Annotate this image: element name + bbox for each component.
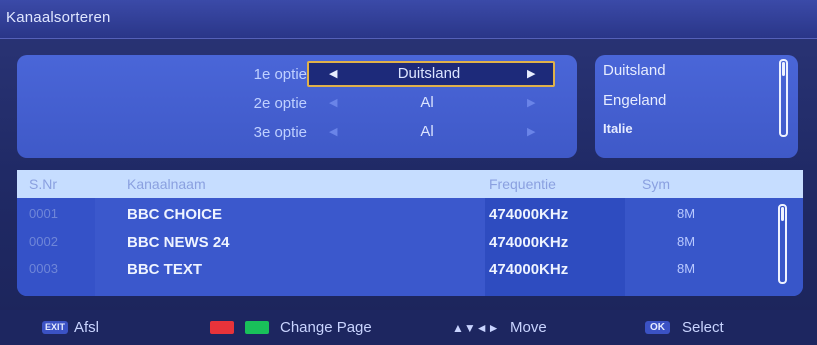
channel-name: BBC CHOICE	[127, 206, 223, 223]
channel-number: 0002	[29, 234, 58, 249]
column-header-name: Kanaalnaam	[127, 176, 206, 192]
channel-sym: 8M	[677, 234, 696, 249]
option-value: Duitsland	[397, 65, 461, 82]
sort-options-panel: 1e optie ◀ Duitsland ▶ 2e optie ◀ Al ▶ 3…	[17, 55, 577, 158]
channel-sym: 8M	[677, 206, 696, 221]
title-bar: Kanaalsorteren	[0, 0, 817, 39]
channel-number: 0001	[29, 206, 58, 221]
exit-key-icon: EXIT	[42, 321, 69, 334]
channel-frequency: 474000KHz	[489, 234, 569, 251]
column-header-frequency: Frequentie	[489, 176, 556, 192]
country-list-item[interactable]: Duitsland	[603, 62, 666, 79]
option-label: 3e optie	[253, 124, 307, 141]
option-label: 1e optie	[253, 66, 307, 83]
table-row[interactable]: 0001 BBC CHOICE 474000KHz 8M	[17, 203, 803, 229]
table-row[interactable]: 0002 BBC NEWS 24 474000KHz 8M	[17, 231, 803, 257]
footer-hints: EXIT Afsl Change Page ▲▼◄► Move OK Selec…	[0, 310, 817, 345]
arrow-left-icon[interactable]: ◀	[329, 67, 337, 80]
scrollbar-thumb[interactable]	[782, 62, 785, 76]
table-scrollbar[interactable]	[778, 204, 787, 284]
option-selector-2[interactable]: ◀ Al ▶	[307, 92, 551, 114]
arrow-left-icon[interactable]: ◀	[329, 96, 337, 109]
arrow-right-icon[interactable]: ▶	[527, 96, 535, 109]
column-header-nr: S.Nr	[29, 176, 57, 192]
arrow-left-icon[interactable]: ◀	[329, 125, 337, 138]
screen: Kanaalsorteren 1e optie ◀ Duitsland ▶ 2e…	[0, 0, 817, 345]
channel-table: S.Nr Kanaalnaam Frequentie Sym 0001 BBC …	[17, 170, 803, 296]
red-key-icon	[210, 321, 234, 334]
arrow-right-icon[interactable]: ▶	[527, 125, 535, 138]
channel-name: BBC NEWS 24	[127, 234, 230, 251]
option-row-3[interactable]: 3e optie ◀ Al ▶	[17, 121, 577, 145]
country-list-item[interactable]: Italie	[603, 121, 633, 136]
ok-key-icon: OK	[645, 321, 670, 334]
option-row-2[interactable]: 2e optie ◀ Al ▶	[17, 92, 577, 116]
option-value: Al	[420, 123, 434, 140]
option-label: 2e optie	[253, 95, 307, 112]
exit-label: Afsl	[74, 319, 100, 336]
channel-frequency: 474000KHz	[489, 261, 569, 278]
green-key-icon	[245, 321, 269, 334]
country-list-item[interactable]: Engeland	[603, 92, 666, 109]
channel-number: 0003	[29, 261, 58, 276]
select-label: Select	[682, 319, 724, 336]
page-title: Kanaalsorteren	[6, 9, 111, 26]
channel-frequency: 474000KHz	[489, 206, 569, 223]
column-header-sym: Sym	[642, 176, 670, 192]
country-scrollbar[interactable]	[779, 59, 788, 137]
channel-sym: 8M	[677, 261, 696, 276]
country-list-panel: Duitsland Engeland Italie	[595, 55, 798, 158]
change-page-label: Change Page	[280, 319, 372, 336]
option-selector-3[interactable]: ◀ Al ▶	[307, 121, 551, 143]
option-value: Al	[420, 94, 434, 111]
navigation-arrows-icon: ▲▼◄►	[452, 321, 500, 335]
scrollbar-thumb[interactable]	[781, 207, 784, 221]
option-selector-1[interactable]: ◀ Duitsland ▶	[307, 61, 555, 87]
channel-name: BBC TEXT	[127, 261, 202, 278]
table-row[interactable]: 0003 BBC TEXT 474000KHz 8M	[17, 258, 803, 284]
arrow-right-icon[interactable]: ▶	[527, 67, 535, 80]
move-label: Move	[510, 319, 547, 336]
option-row-1[interactable]: 1e optie ◀ Duitsland ▶	[17, 61, 577, 87]
table-header: S.Nr Kanaalnaam Frequentie Sym	[17, 170, 803, 198]
